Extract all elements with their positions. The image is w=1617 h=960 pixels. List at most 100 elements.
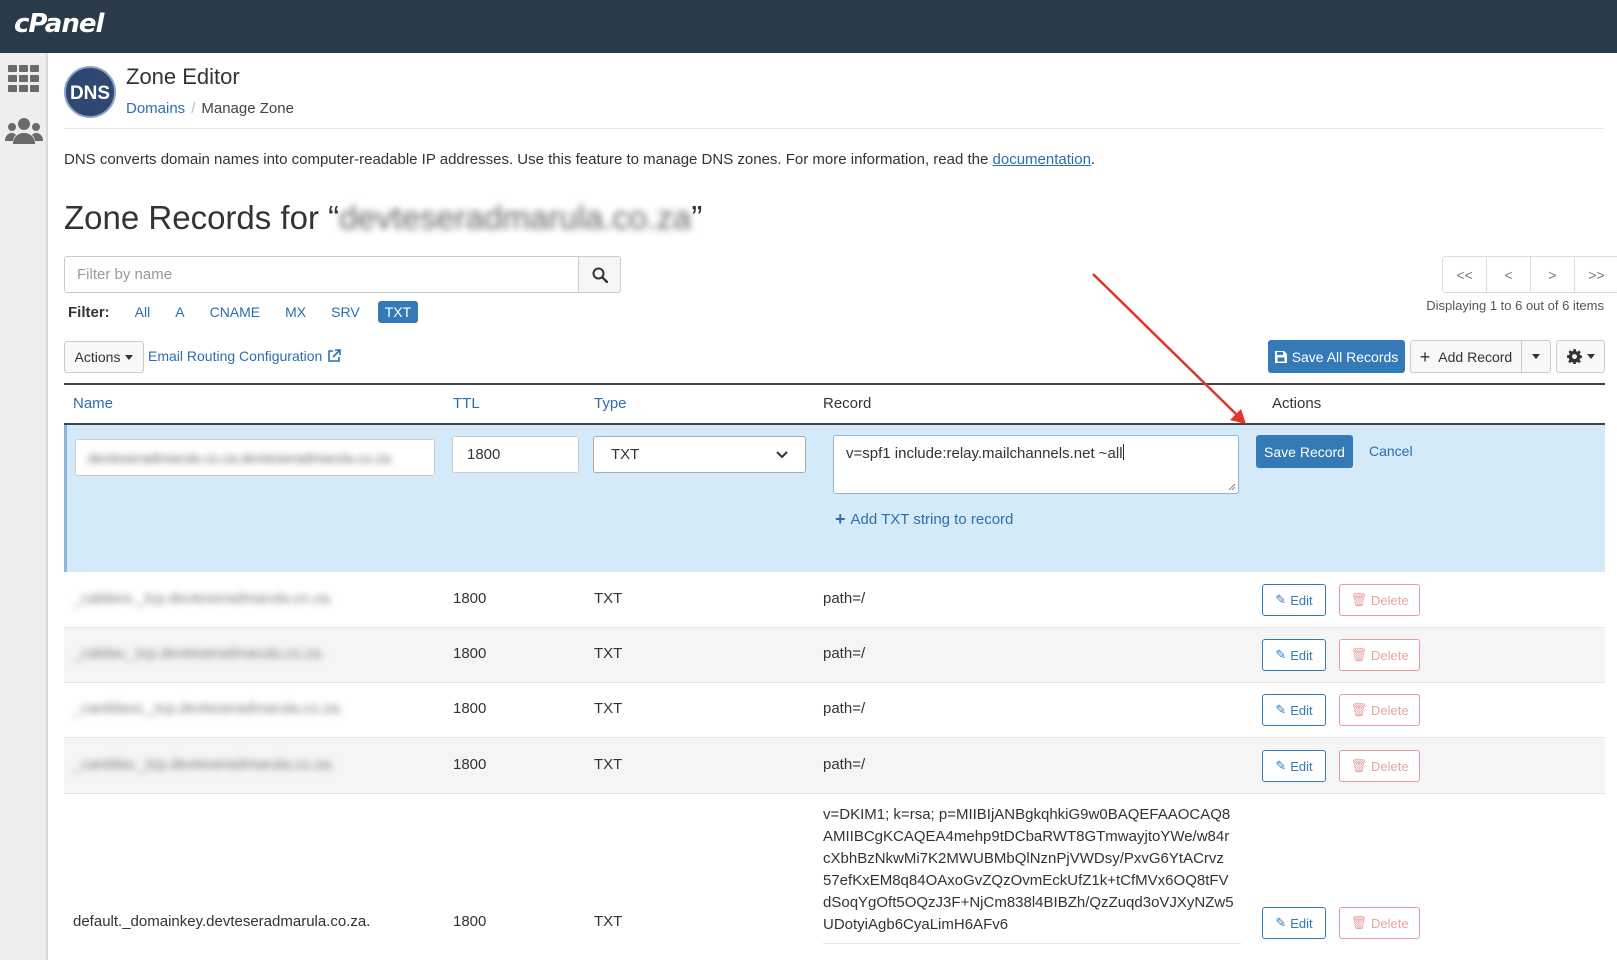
- filter-cname[interactable]: CNAME: [203, 301, 268, 323]
- cancel-link[interactable]: Cancel: [1369, 443, 1413, 459]
- search-icon: [592, 267, 608, 283]
- prev-page-button[interactable]: <: [1486, 256, 1531, 293]
- filter-by-name-input[interactable]: [64, 256, 579, 293]
- add-record-button[interactable]: + Add Record: [1410, 340, 1522, 373]
- last-page-button[interactable]: >>: [1574, 256, 1617, 293]
- delete-button[interactable]: 🗑 Delete: [1339, 639, 1420, 671]
- delete-button[interactable]: 🗑 Delete: [1339, 584, 1420, 616]
- pagination: << < > >>: [1442, 256, 1617, 293]
- breadcrumb-separator: /: [191, 100, 196, 117]
- settings-dropdown-button[interactable]: [1556, 340, 1605, 373]
- breadcrumb-current: Manage Zone: [201, 100, 294, 117]
- record-name: _carddavs._tcp.devteseradmarula.co.za.: [73, 700, 344, 717]
- filter-mx[interactable]: MX: [278, 301, 313, 323]
- edit-button[interactable]: ✎ Edit: [1262, 639, 1326, 671]
- record-value: path=/: [823, 756, 866, 773]
- left-rail: [0, 53, 48, 960]
- delete-label: Delete: [1370, 915, 1409, 931]
- edit-button[interactable]: ✎ Edit: [1262, 750, 1326, 782]
- record-ttl: 1800: [453, 756, 487, 773]
- documentation-link[interactable]: documentation: [993, 151, 1091, 168]
- txt-record-value: v=spf1 include:relay.mailchannels.net ~a…: [846, 445, 1123, 462]
- delete-button[interactable]: 🗑 Delete: [1339, 750, 1420, 782]
- filter-srv[interactable]: SRV: [324, 301, 367, 323]
- table-row: _caldav._tcp.devteseradmarula.co.za. 180…: [64, 628, 1605, 683]
- breadcrumb-domains-link[interactable]: Domains: [126, 100, 185, 117]
- add-txt-string-link[interactable]: + Add TXT string to record: [835, 510, 1013, 528]
- record-type: TXT: [594, 590, 623, 607]
- filter-a[interactable]: A: [168, 301, 191, 323]
- filter-all[interactable]: All: [128, 301, 158, 323]
- edit-label: Edit: [1290, 647, 1313, 663]
- record-ttl: 1800: [453, 590, 487, 607]
- floppy-disk-icon: [1274, 350, 1287, 363]
- record-name-input[interactable]: devteseradmarula.co.za.devteseradmarula.…: [75, 439, 435, 476]
- record-value: v=DKIM1; k=rsa; p=MIIBIjANBgkqhkiG9w0BAQ…: [823, 804, 1243, 936]
- table-row: _carddavs._tcp.devteseradmarula.co.za. 1…: [64, 683, 1605, 738]
- intro-end: .: [1090, 151, 1096, 168]
- edit-button[interactable]: ✎ Edit: [1262, 694, 1326, 726]
- record-ttl: 1800: [453, 700, 487, 717]
- first-page-button[interactable]: <<: [1442, 256, 1487, 293]
- record-ttl: 1800: [453, 645, 487, 662]
- delete-label: Delete: [1370, 592, 1409, 608]
- chevron-down-icon: [1532, 354, 1540, 359]
- next-page-button[interactable]: >: [1530, 256, 1575, 293]
- users-icon[interactable]: [5, 117, 43, 145]
- txt-record-textarea[interactable]: v=spf1 include:relay.mailchannels.net ~a…: [833, 435, 1239, 494]
- email-routing-link[interactable]: Email Routing Configuration: [148, 348, 342, 364]
- column-header-name[interactable]: Name: [73, 395, 113, 412]
- resize-handle-icon[interactable]: [1228, 483, 1236, 491]
- ttl-input[interactable]: 1800: [452, 436, 579, 473]
- dkim-line: cXbhBzNkwMi7K2MWUBMbQlNznPjVWDsy/PxvG6Yt…: [823, 850, 1224, 867]
- chevron-down-icon: [1586, 354, 1595, 359]
- column-header-actions: Actions: [1272, 395, 1322, 412]
- edit-button[interactable]: ✎ Edit: [1262, 907, 1326, 939]
- table-row: _caldavs._tcp.devteseradmarula.co.za. 18…: [64, 572, 1605, 628]
- record-type-select[interactable]: TXT: [593, 436, 806, 473]
- record-type-value: TXT: [611, 446, 640, 463]
- record-type: TXT: [594, 913, 623, 930]
- add-record-label: Add Record: [1438, 348, 1513, 365]
- column-header-type[interactable]: Type: [594, 395, 627, 412]
- page-title: Zone Editor: [126, 64, 240, 89]
- dkim-line: 57efKxEM8q84OAxoGvZQzOvmEckUfZ1k+tCfMVx6…: [823, 872, 1229, 889]
- save-all-records-button[interactable]: Save All Records: [1268, 340, 1405, 373]
- column-header-ttl[interactable]: TTL: [453, 395, 480, 412]
- record-name: default._domainkey.devteseradmarula.co.z…: [73, 913, 371, 930]
- intro-text: DNS converts domain names into computer-…: [64, 151, 1095, 168]
- save-record-button[interactable]: Save Record: [1256, 435, 1353, 468]
- record-value: path=/: [823, 590, 866, 607]
- search-button[interactable]: [578, 256, 621, 293]
- pencil-icon: ✎: [1275, 702, 1287, 717]
- pencil-icon: ✎: [1275, 647, 1287, 662]
- dkim-line: dSoqYgOft5OQzJ3F+NjCm838l4BIBZh/QzZuqd3o…: [823, 894, 1234, 911]
- actions-dropdown-button[interactable]: Actions: [64, 341, 144, 373]
- actions-label: Actions: [74, 349, 121, 365]
- cpanel-logo[interactable]: cPanel: [14, 9, 104, 39]
- edit-label: Edit: [1290, 758, 1313, 774]
- trash-icon: 🗑: [1350, 758, 1367, 773]
- plus-icon: +: [1419, 346, 1431, 367]
- edit-label: Edit: [1290, 915, 1313, 931]
- dkim-line: AMIIBCgKCAQEA4mehp9tDCbaRWT8GTmwayjtoYWe…: [823, 828, 1230, 845]
- pencil-icon: ✎: [1275, 915, 1287, 930]
- delete-button[interactable]: 🗑 Delete: [1339, 694, 1420, 726]
- record-name-value: devteseradmarula.co.za.devteseradmarula.…: [88, 449, 391, 466]
- apps-grid-icon[interactable]: [8, 65, 40, 93]
- record-value: path=/: [823, 645, 866, 662]
- header-divider: [64, 128, 1604, 129]
- add-record-dropdown-toggle[interactable]: [1521, 340, 1551, 373]
- edit-label: Edit: [1290, 702, 1313, 718]
- add-txt-label: Add TXT string to record: [850, 510, 1014, 528]
- email-routing-label: Email Routing Configuration: [148, 348, 323, 364]
- delete-button[interactable]: 🗑 Delete: [1339, 907, 1420, 939]
- dkim-line: UDotyiAgb6CyaLimH6AFv6: [823, 916, 1009, 933]
- record-name: _carddav._tcp.devteseradmarula.co.za.: [73, 756, 335, 773]
- chevron-down-icon: [776, 450, 788, 458]
- edit-button[interactable]: ✎ Edit: [1262, 584, 1326, 616]
- filter-txt[interactable]: TXT: [377, 301, 419, 323]
- delete-label: Delete: [1370, 702, 1409, 718]
- dkim-line: v=DKIM1; k=rsa; p=MIIBIjANBgkqhkiG9w0BAQ…: [823, 806, 1231, 823]
- record-name: _caldavs._tcp.devteseradmarula.co.za.: [73, 590, 334, 607]
